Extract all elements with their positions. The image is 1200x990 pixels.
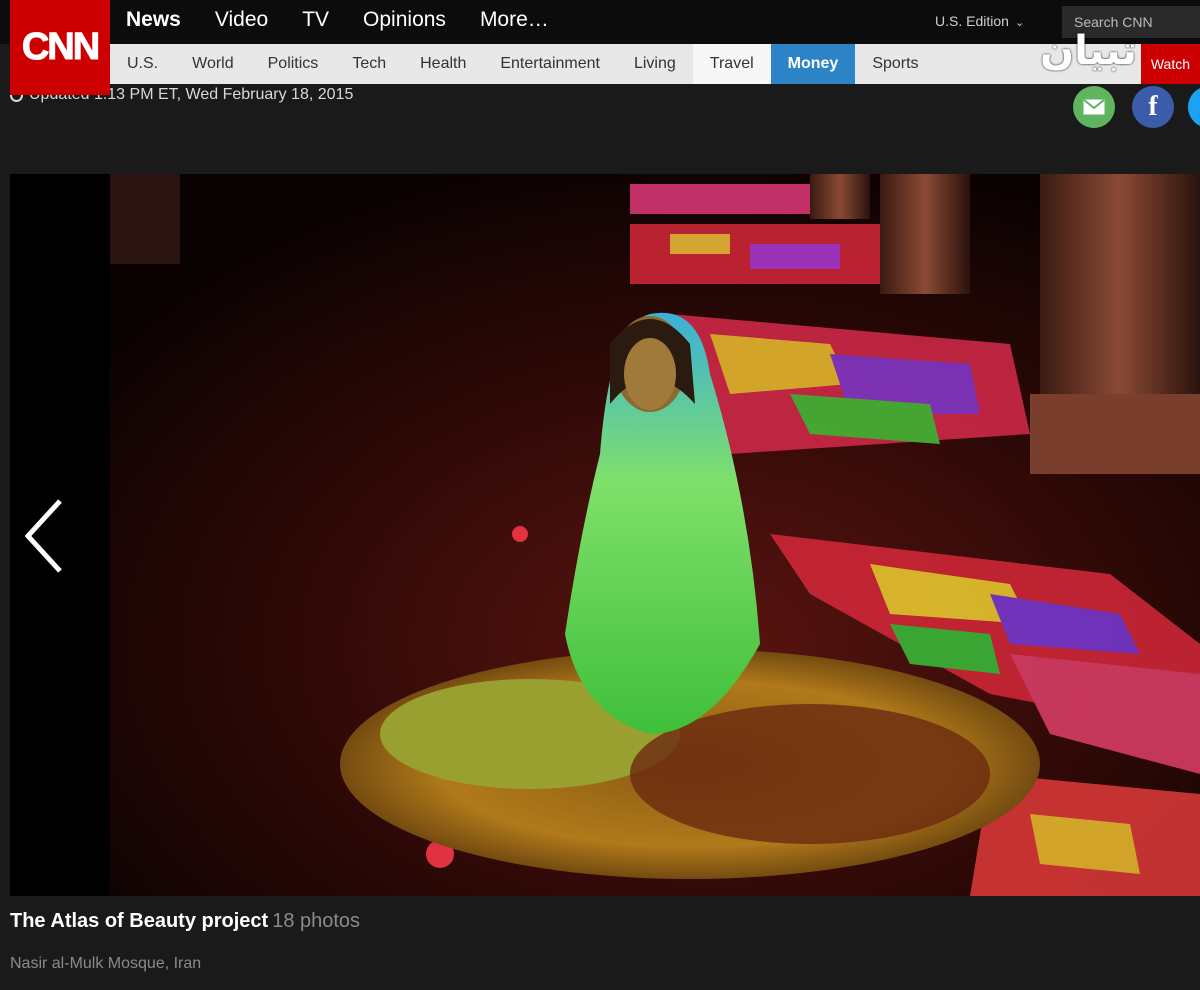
gallery-caption: The Atlas of Beauty project 18 photos (10, 910, 360, 933)
watch-button[interactable]: Watch (1140, 44, 1200, 84)
section-politics[interactable]: Politics (251, 44, 336, 84)
nav-news[interactable]: News (126, 8, 181, 32)
chevron-left-icon[interactable] (20, 496, 70, 576)
section-entertainment[interactable]: Entertainment (483, 44, 617, 84)
edition-selector[interactable]: U.S. Edition ⌄ (935, 13, 1024, 29)
section-tech[interactable]: Tech (335, 44, 403, 84)
email-icon (1083, 99, 1105, 115)
gallery-photo (110, 174, 1200, 896)
section-nav: U.S. World Politics Tech Health Entertai… (110, 44, 1200, 84)
email-share-button[interactable] (1073, 86, 1115, 128)
section-living[interactable]: Living (617, 44, 693, 84)
nav-more[interactable]: More… (480, 8, 549, 32)
facebook-icon: f (1148, 91, 1158, 122)
section-travel[interactable]: Travel (692, 44, 771, 84)
nav-tv[interactable]: TV (302, 8, 329, 32)
edition-label: U.S. Edition (935, 13, 1009, 29)
logo-text: CNN (21, 26, 100, 69)
photo-gallery (10, 174, 1200, 896)
nav-video[interactable]: Video (215, 8, 268, 32)
section-health[interactable]: Health (403, 44, 483, 84)
photo-caption: Nasir al-Mulk Mosque, Iran (10, 955, 202, 972)
primary-nav: News Video TV Opinions More… (126, 8, 549, 32)
facebook-share-button[interactable]: f (1132, 86, 1174, 128)
section-world[interactable]: World (175, 44, 251, 84)
nav-opinions[interactable]: Opinions (363, 8, 446, 32)
tebyan-watermark: ﺗﺒﯿﺎﻥ (1040, 28, 1137, 74)
cnn-logo[interactable]: CNN (10, 0, 110, 95)
top-navigation-bar: News Video TV Opinions More… U.S. Editio… (0, 0, 1200, 44)
section-sports[interactable]: Sports (855, 44, 935, 84)
twitter-share-button[interactable] (1188, 86, 1200, 128)
section-money[interactable]: Money (770, 44, 856, 84)
photo-count: 18 photos (272, 910, 361, 932)
chevron-down-icon: ⌄ (1014, 17, 1025, 29)
section-us[interactable]: U.S. (110, 44, 175, 84)
gallery-title: The Atlas of Beauty project (10, 910, 269, 932)
